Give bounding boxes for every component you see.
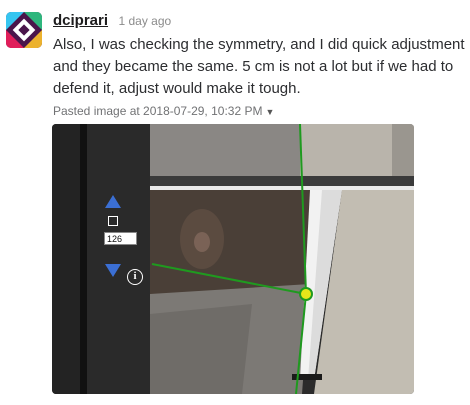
message-text: Also, I was checking the symmetry, and I… (53, 36, 465, 97)
message-header: dciprari 1 day ago (53, 12, 171, 30)
triangle-down-icon[interactable] (105, 264, 121, 277)
slack-logo-icon (6, 12, 42, 48)
attachment-label[interactable]: Pasted image at 2018-07-29, 10:32 PM ▼ (53, 104, 274, 118)
avatar[interactable] (6, 12, 42, 48)
chevron-down-icon[interactable]: ▼ (265, 107, 274, 117)
info-circle-icon[interactable]: i (127, 269, 143, 285)
square-icon[interactable] (108, 216, 118, 226)
photo-canvas (52, 124, 414, 394)
timestamp[interactable]: 1 day ago (118, 14, 171, 28)
attachment-title: Pasted image at 2018-07-29, 10:32 PM (53, 104, 263, 118)
value-box[interactable]: 126 (104, 232, 137, 245)
username-link[interactable]: dciprari (53, 12, 108, 29)
triangle-up-icon[interactable] (105, 195, 121, 208)
pasted-image[interactable]: 126 i (52, 124, 414, 394)
